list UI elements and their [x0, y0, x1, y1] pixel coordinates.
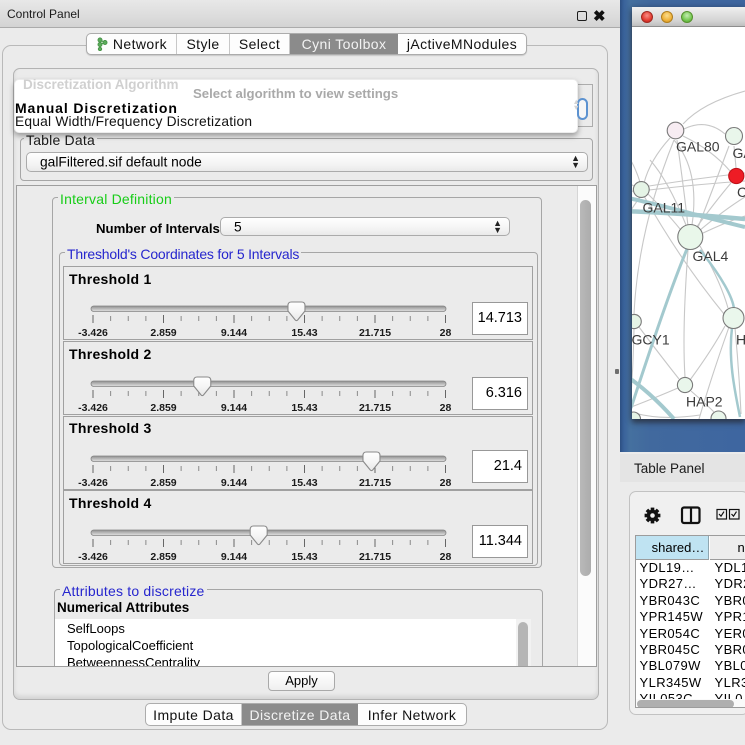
- svg-text:9.144: 9.144: [221, 477, 247, 489]
- svg-text:GCY1: GCY1: [632, 332, 670, 348]
- svg-text:GAL80: GAL80: [676, 139, 720, 155]
- svg-text:-3.426: -3.426: [78, 402, 108, 414]
- svg-text:2.859: 2.859: [150, 402, 176, 414]
- svg-text:9.144: 9.144: [221, 551, 247, 563]
- svg-text:-3.426: -3.426: [78, 477, 108, 489]
- svg-text:21.715: 21.715: [359, 402, 391, 414]
- svg-text:28: 28: [440, 551, 452, 563]
- svg-text:15.43: 15.43: [291, 551, 317, 563]
- svg-text:2.859: 2.859: [150, 327, 176, 339]
- svg-text:21.715: 21.715: [359, 551, 391, 563]
- svg-text:2.859: 2.859: [150, 477, 176, 489]
- svg-text:GAL11: GAL11: [643, 200, 686, 216]
- svg-text:9.144: 9.144: [221, 402, 247, 414]
- svg-text:-3.426: -3.426: [78, 327, 108, 339]
- svg-text:28: 28: [440, 477, 452, 489]
- svg-text:GAL4: GAL4: [693, 248, 729, 264]
- svg-text:GAL3: GAL3: [733, 145, 745, 161]
- svg-text:15.43: 15.43: [291, 327, 317, 339]
- svg-text:21.715: 21.715: [359, 327, 391, 339]
- svg-text:15.43: 15.43: [291, 402, 317, 414]
- svg-text:9.144: 9.144: [221, 327, 247, 339]
- svg-text:15.43: 15.43: [291, 477, 317, 489]
- svg-text:HAP2: HAP2: [686, 394, 723, 410]
- svg-text:28: 28: [440, 327, 452, 339]
- svg-text:CYC: CYC: [737, 184, 745, 200]
- svg-text:2.859: 2.859: [150, 551, 176, 563]
- svg-text:21.715: 21.715: [359, 477, 391, 489]
- svg-text:HIS: HIS: [736, 332, 745, 348]
- svg-text:-3.426: -3.426: [78, 551, 108, 563]
- svg-text:28: 28: [440, 402, 452, 414]
